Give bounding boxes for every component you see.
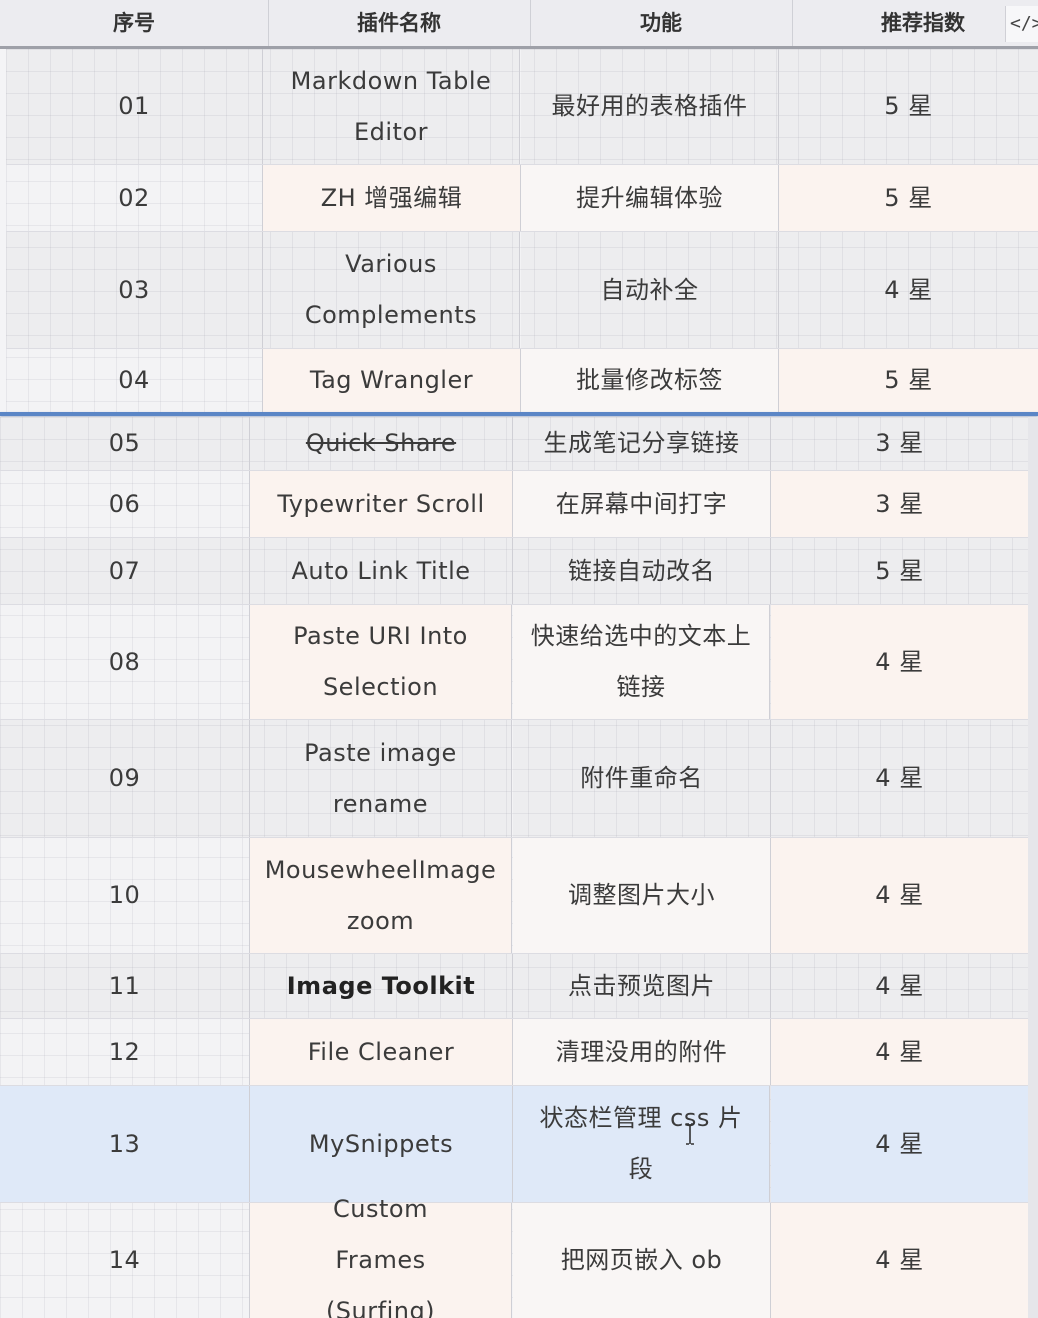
cell-function: 清理没用的附件 — [513, 1019, 771, 1085]
cell-function: 提升编辑体验 — [521, 165, 779, 231]
table-upper-block: 01 Markdown Table Editor 最好用的表格插件 5 星 02… — [6, 49, 1038, 412]
table-row[interactable]: 08 Paste URI Into Selection 快速给选中的文本上链接 … — [0, 605, 1028, 720]
table-row[interactable]: 05 Quick Share 生成笔记分享链接 3 星 — [0, 417, 1028, 471]
cell-plugin-name: Various Complements — [263, 232, 520, 348]
bold-text: Image Toolkit — [286, 971, 476, 1000]
cell-rating: 4 星 — [771, 838, 1028, 953]
table-row[interactable]: 03 Various Complements 自动补全 4 星 — [6, 232, 1038, 349]
cell-index: 10 — [0, 838, 250, 953]
cell-plugin-name: ZH 增强编辑 — [263, 165, 521, 231]
cell-index: 14 — [0, 1203, 250, 1318]
cell-function: 生成笔记分享链接 — [513, 417, 771, 470]
cell-index: 11 — [0, 954, 250, 1018]
cell-function: 快速给选中的文本上链接 — [513, 605, 770, 719]
table-header: 序号 插件名称 功能 推荐指数 </> — [0, 0, 1038, 49]
cell-index: 08 — [0, 605, 250, 719]
cell-index: 02 — [6, 165, 263, 231]
cell-rating: 4 星 — [771, 720, 1028, 837]
header-function: 功能 — [640, 11, 682, 35]
header-name: 插件名称 — [357, 11, 441, 35]
cell-rating: 4 星 — [771, 605, 1028, 719]
cell-rating: 5 星 — [779, 349, 1038, 412]
cell-plugin-name: MousewheelImage zoom — [250, 838, 512, 953]
table-row[interactable]: 12 File Cleaner 清理没用的附件 4 星 — [0, 1019, 1028, 1086]
cell-index: 12 — [0, 1019, 250, 1085]
cell-plugin-name: Auto Link Title — [250, 538, 513, 604]
cell-rating: 4 星 — [771, 1019, 1028, 1085]
table-row[interactable]: 09 Paste image rename 附件重命名 4 星 — [0, 720, 1028, 838]
cell-rating: 4 星 — [771, 954, 1028, 1018]
cell-rating: 3 星 — [771, 417, 1028, 470]
cell-plugin-name: Paste URI Into Selection — [250, 605, 512, 719]
cell-rating: 4 星 — [779, 232, 1038, 348]
cell-rating: 5 星 — [779, 49, 1038, 164]
table-row-selected[interactable]: 13 MySnippets 状态栏管理 css 片段 4 星 — [0, 1086, 1028, 1203]
cell-index: 07 — [0, 538, 250, 604]
table-row[interactable]: 14 Custom Frames (Surfing) 把网页嵌入 ob 4 星 — [0, 1195, 1028, 1318]
cell-rating: 4 星 — [771, 1086, 1028, 1202]
cell-plugin-name: Quick Share — [250, 417, 513, 470]
pane-split-divider[interactable] — [0, 412, 1038, 416]
table-row[interactable]: 11 Image Toolkit 点击预览图片 4 星 — [0, 954, 1028, 1019]
cell-plugin-name: Image Toolkit — [250, 954, 513, 1018]
cell-rating: 3 星 — [771, 471, 1028, 537]
cell-function-editing[interactable]: 状态栏管理 css 片段 — [513, 1086, 770, 1202]
header-rating: 推荐指数 — [881, 11, 965, 35]
cell-function: 把网页嵌入 ob — [513, 1203, 771, 1318]
scrollbar-track[interactable] — [1028, 417, 1038, 1318]
cell-function: 链接自动改名 — [513, 538, 771, 604]
cell-index: 01 — [6, 49, 263, 164]
cell-plugin-name: Markdown Table Editor — [263, 49, 520, 164]
header-index: 序号 — [113, 11, 155, 35]
cell-index: 03 — [6, 232, 263, 348]
table-row[interactable]: 02 ZH 增强编辑 提升编辑体验 5 星 — [6, 165, 1038, 232]
cell-index: 04 — [6, 349, 263, 412]
cell-function: 调整图片大小 — [513, 838, 771, 953]
cell-index: 13 — [0, 1086, 250, 1202]
cell-index: 09 — [0, 720, 250, 837]
cell-plugin-name: File Cleaner — [250, 1019, 513, 1085]
table-row[interactable]: 06 Typewriter Scroll 在屏幕中间打字 3 星 — [0, 471, 1028, 538]
strikethrough-text: Quick Share — [305, 429, 457, 457]
cell-rating: 4 星 — [771, 1203, 1028, 1318]
table-row[interactable]: 10 MousewheelImage zoom 调整图片大小 4 星 — [0, 838, 1028, 954]
cell-index: 05 — [0, 417, 250, 470]
table-row[interactable]: 01 Markdown Table Editor 最好用的表格插件 5 星 — [6, 49, 1038, 165]
cell-plugin-name: Paste image rename — [250, 720, 512, 837]
cell-rating: 5 星 — [779, 165, 1038, 231]
cell-plugin-name: Tag Wrangler — [263, 349, 521, 412]
cell-function: 附件重命名 — [513, 720, 771, 837]
table-row[interactable]: 07 Auto Link Title 链接自动改名 5 星 — [0, 538, 1028, 605]
cell-function: 点击预览图片 — [513, 954, 771, 1018]
cell-function: 在屏幕中间打字 — [513, 471, 771, 537]
cell-plugin-name: Typewriter Scroll — [250, 471, 513, 537]
cell-index: 06 — [0, 471, 250, 537]
table-lower-block: 05 Quick Share 生成笔记分享链接 3 星 06 Typewrite… — [0, 417, 1028, 1318]
cell-plugin-name: Custom Frames (Surfing) — [250, 1195, 512, 1318]
table-row[interactable]: 04 Tag Wrangler 批量修改标签 5 星 — [6, 349, 1038, 412]
cell-function: 自动补全 — [521, 232, 779, 348]
source-code-toggle-button[interactable]: </> — [1005, 6, 1038, 42]
cell-rating: 5 星 — [771, 538, 1028, 604]
cell-function: 最好用的表格插件 — [521, 49, 779, 164]
text-cursor-icon — [686, 1123, 694, 1145]
cell-function: 批量修改标签 — [521, 349, 779, 412]
